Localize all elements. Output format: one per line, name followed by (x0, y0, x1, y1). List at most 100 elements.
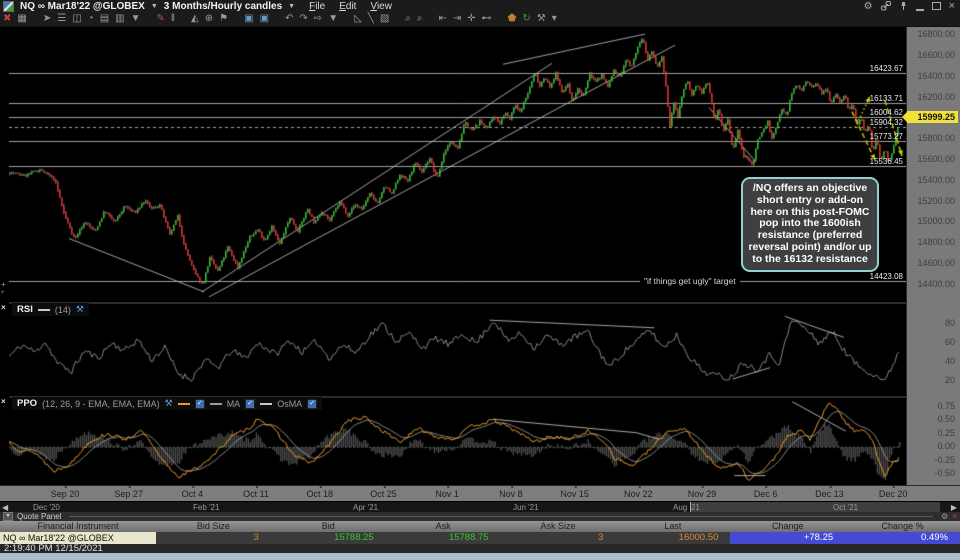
ppo-checkbox[interactable]: ✓ (194, 398, 205, 409)
quote-value-cell[interactable]: +78.25 (730, 532, 846, 544)
rsi-chart-canvas[interactable] (9, 302, 906, 396)
layout-icon[interactable]: ▤ (100, 14, 109, 24)
crosshair-icon[interactable]: ⊕ (205, 14, 213, 24)
price-axis[interactable]: 16800.0016600.0016400.0016200.0016000.00… (906, 27, 960, 485)
fib-icon[interactable]: ▨ (380, 14, 389, 24)
ma-label[interactable]: MA (227, 399, 241, 409)
settings-icon[interactable]: ⚒ (537, 14, 546, 24)
scroll-left-icon[interactable]: ◀ (2, 503, 8, 512)
rsi-tick-label: 20 (944, 375, 955, 385)
link-icon[interactable] (880, 1, 891, 11)
zoom-out-icon[interactable]: ⌕ (417, 14, 423, 24)
pie-icon[interactable]: ◔ (88, 14, 94, 24)
draw-tool-marker-icon[interactable]: + (1, 280, 6, 289)
timeframe-title[interactable]: 3 Months/Hourly candles (164, 1, 282, 12)
ppo-params[interactable]: (12, 26, 9 - EMA, EMA, EMA) (42, 399, 160, 409)
panel-b-icon[interactable]: ▣ (260, 14, 269, 24)
date-tick-label: Oct 4 (181, 486, 204, 499)
rsi-params[interactable]: (14) (55, 305, 71, 315)
osma-checkbox[interactable]: ✓ (307, 398, 318, 409)
quote-panel-row[interactable]: NQ ∞ Mar18'22 @GLOBEX 3 15788.25 15788.75 3 1… (0, 532, 960, 544)
ppo-tick-label: 0.00 (937, 441, 955, 452)
close-icon[interactable]: × (949, 0, 955, 12)
price-tick-label: 14800.00 (917, 237, 955, 248)
quote-value-cell[interactable]: 3 (156, 532, 271, 544)
grid-icon[interactable]: ▥ (115, 14, 124, 24)
quote-value-cell[interactable]: 15788.75 (386, 532, 501, 544)
shape-icon[interactable]: ⬟ (508, 14, 517, 24)
ma-checkbox[interactable]: ✓ (245, 398, 256, 409)
quote-value-cell[interactable]: 3 (501, 532, 616, 544)
ppo-tick-label: 0.25 (937, 427, 955, 438)
forward-icon[interactable]: ⇨ (314, 14, 322, 24)
rsi-title[interactable]: RSI (17, 304, 33, 315)
minimize-icon[interactable] (915, 1, 924, 11)
cursor-icon[interactable]: ➤ (43, 14, 51, 24)
ppo-settings-icon[interactable]: ⚒ (165, 398, 173, 409)
quote-value-cell[interactable]: 16000.50 (615, 532, 730, 544)
quote-panel-collapse-icon[interactable]: ▾ (3, 512, 13, 521)
osma-label[interactable]: OsMA (277, 399, 302, 409)
watchlist-icon[interactable]: ☰ (57, 14, 66, 24)
price-tick-label: 16600.00 (917, 49, 955, 60)
quote-column-header[interactable]: Change % (845, 521, 960, 532)
ppo-close-icon[interactable]: × (1, 397, 6, 406)
menu-file[interactable]: File (309, 1, 325, 12)
quote-panel-close-icon[interactable]: × (952, 512, 957, 521)
redo-icon[interactable]: ↷ (299, 14, 307, 24)
quote-column-header[interactable]: Last (615, 521, 730, 532)
quote-panel-gear-icon[interactable]: ⚙ (941, 512, 948, 521)
app-icon (3, 0, 14, 12)
timeline-scrollbar[interactable]: ◀ ▶ Dec '20 Feb '21 Apr '21 Jun '21 Aug '21 O… (0, 501, 960, 513)
quote-value-cell[interactable]: 15788.25 (271, 532, 386, 544)
panel-a-icon[interactable]: ▣ (244, 14, 253, 24)
quote-value-cell[interactable]: 0.49% (845, 532, 960, 544)
price-chart-canvas[interactable] (9, 27, 906, 300)
symbol-title[interactable]: NQ ∞ Mar18'22 @GLOBEX (20, 1, 145, 12)
gear-icon[interactable]: ⚙ (864, 1, 873, 12)
date-axis[interactable]: Sep 20 Sep 27 Oct 4 Oct 11 Oct 18 Oct 25 Nov 1… (0, 485, 960, 501)
timeline-label: Jun '21 (513, 503, 539, 512)
menu-edit[interactable]: Edit (339, 1, 356, 12)
timeframe-caret-icon[interactable]: ▼ (288, 3, 295, 10)
compare-icon[interactable]: ⊷ (482, 14, 492, 24)
flag-icon[interactable]: ⚑ (219, 14, 228, 24)
expand-right-icon[interactable]: ⇥ (453, 14, 461, 24)
ppo-title[interactable]: PPO (17, 398, 37, 409)
quote-column-header[interactable]: Financial Instrument (0, 521, 156, 532)
quote-column-header[interactable]: Ask Size (501, 521, 616, 532)
quote-column-header[interactable]: Bid (271, 521, 386, 532)
trendline-icon[interactable]: ╲ (368, 14, 374, 24)
date-tick-label: Oct 18 (306, 486, 334, 499)
timeline-label: Feb '21 (193, 503, 220, 512)
draw-tool-marker2-icon[interactable]: ⌜ (1, 290, 5, 299)
quote-column-header[interactable]: Bid Size (156, 521, 271, 532)
dropdown-icon[interactable]: ▼ (131, 14, 141, 24)
dropdown2-icon[interactable]: ▼ (328, 14, 338, 24)
rsi-close-icon[interactable]: × (1, 303, 6, 312)
undo-icon[interactable]: ↶ (285, 14, 293, 24)
pattern-icon[interactable]: ▦ (17, 14, 26, 24)
rsi-line-swatch (37, 308, 50, 311)
quote-column-header[interactable]: Change (730, 521, 845, 532)
print-icon[interactable]: ◫ (72, 14, 81, 24)
study-icon[interactable]: ◭ (191, 14, 199, 24)
angle-icon[interactable]: ◺ (354, 14, 362, 24)
volume-icon[interactable]: ‖ (171, 14, 175, 24)
quote-column-header[interactable]: Ask (386, 521, 501, 532)
zoom-in-icon[interactable]: ⌕ (405, 14, 411, 24)
expand-left-icon[interactable]: ⇤ (439, 14, 447, 24)
pin-icon[interactable] (899, 1, 908, 11)
rsi-settings-icon[interactable]: ⚒ (76, 304, 84, 315)
timeline-label: Dec '20 (33, 503, 60, 512)
quote-panel-title: Quote Panel (17, 512, 62, 521)
symbol-caret-icon[interactable]: ▼ (151, 3, 158, 10)
close-chart-icon[interactable]: ✖ (3, 14, 11, 24)
scroll-right-icon[interactable]: ▶ (951, 503, 957, 512)
center-icon[interactable]: ✛ (467, 14, 475, 24)
draw-icon[interactable]: ✎ (157, 14, 165, 24)
refresh-icon[interactable]: ↻ (522, 14, 530, 24)
menu-view[interactable]: View (370, 1, 392, 12)
maximize-icon[interactable] (931, 1, 941, 11)
more-icon[interactable]: ▾ (552, 14, 557, 24)
